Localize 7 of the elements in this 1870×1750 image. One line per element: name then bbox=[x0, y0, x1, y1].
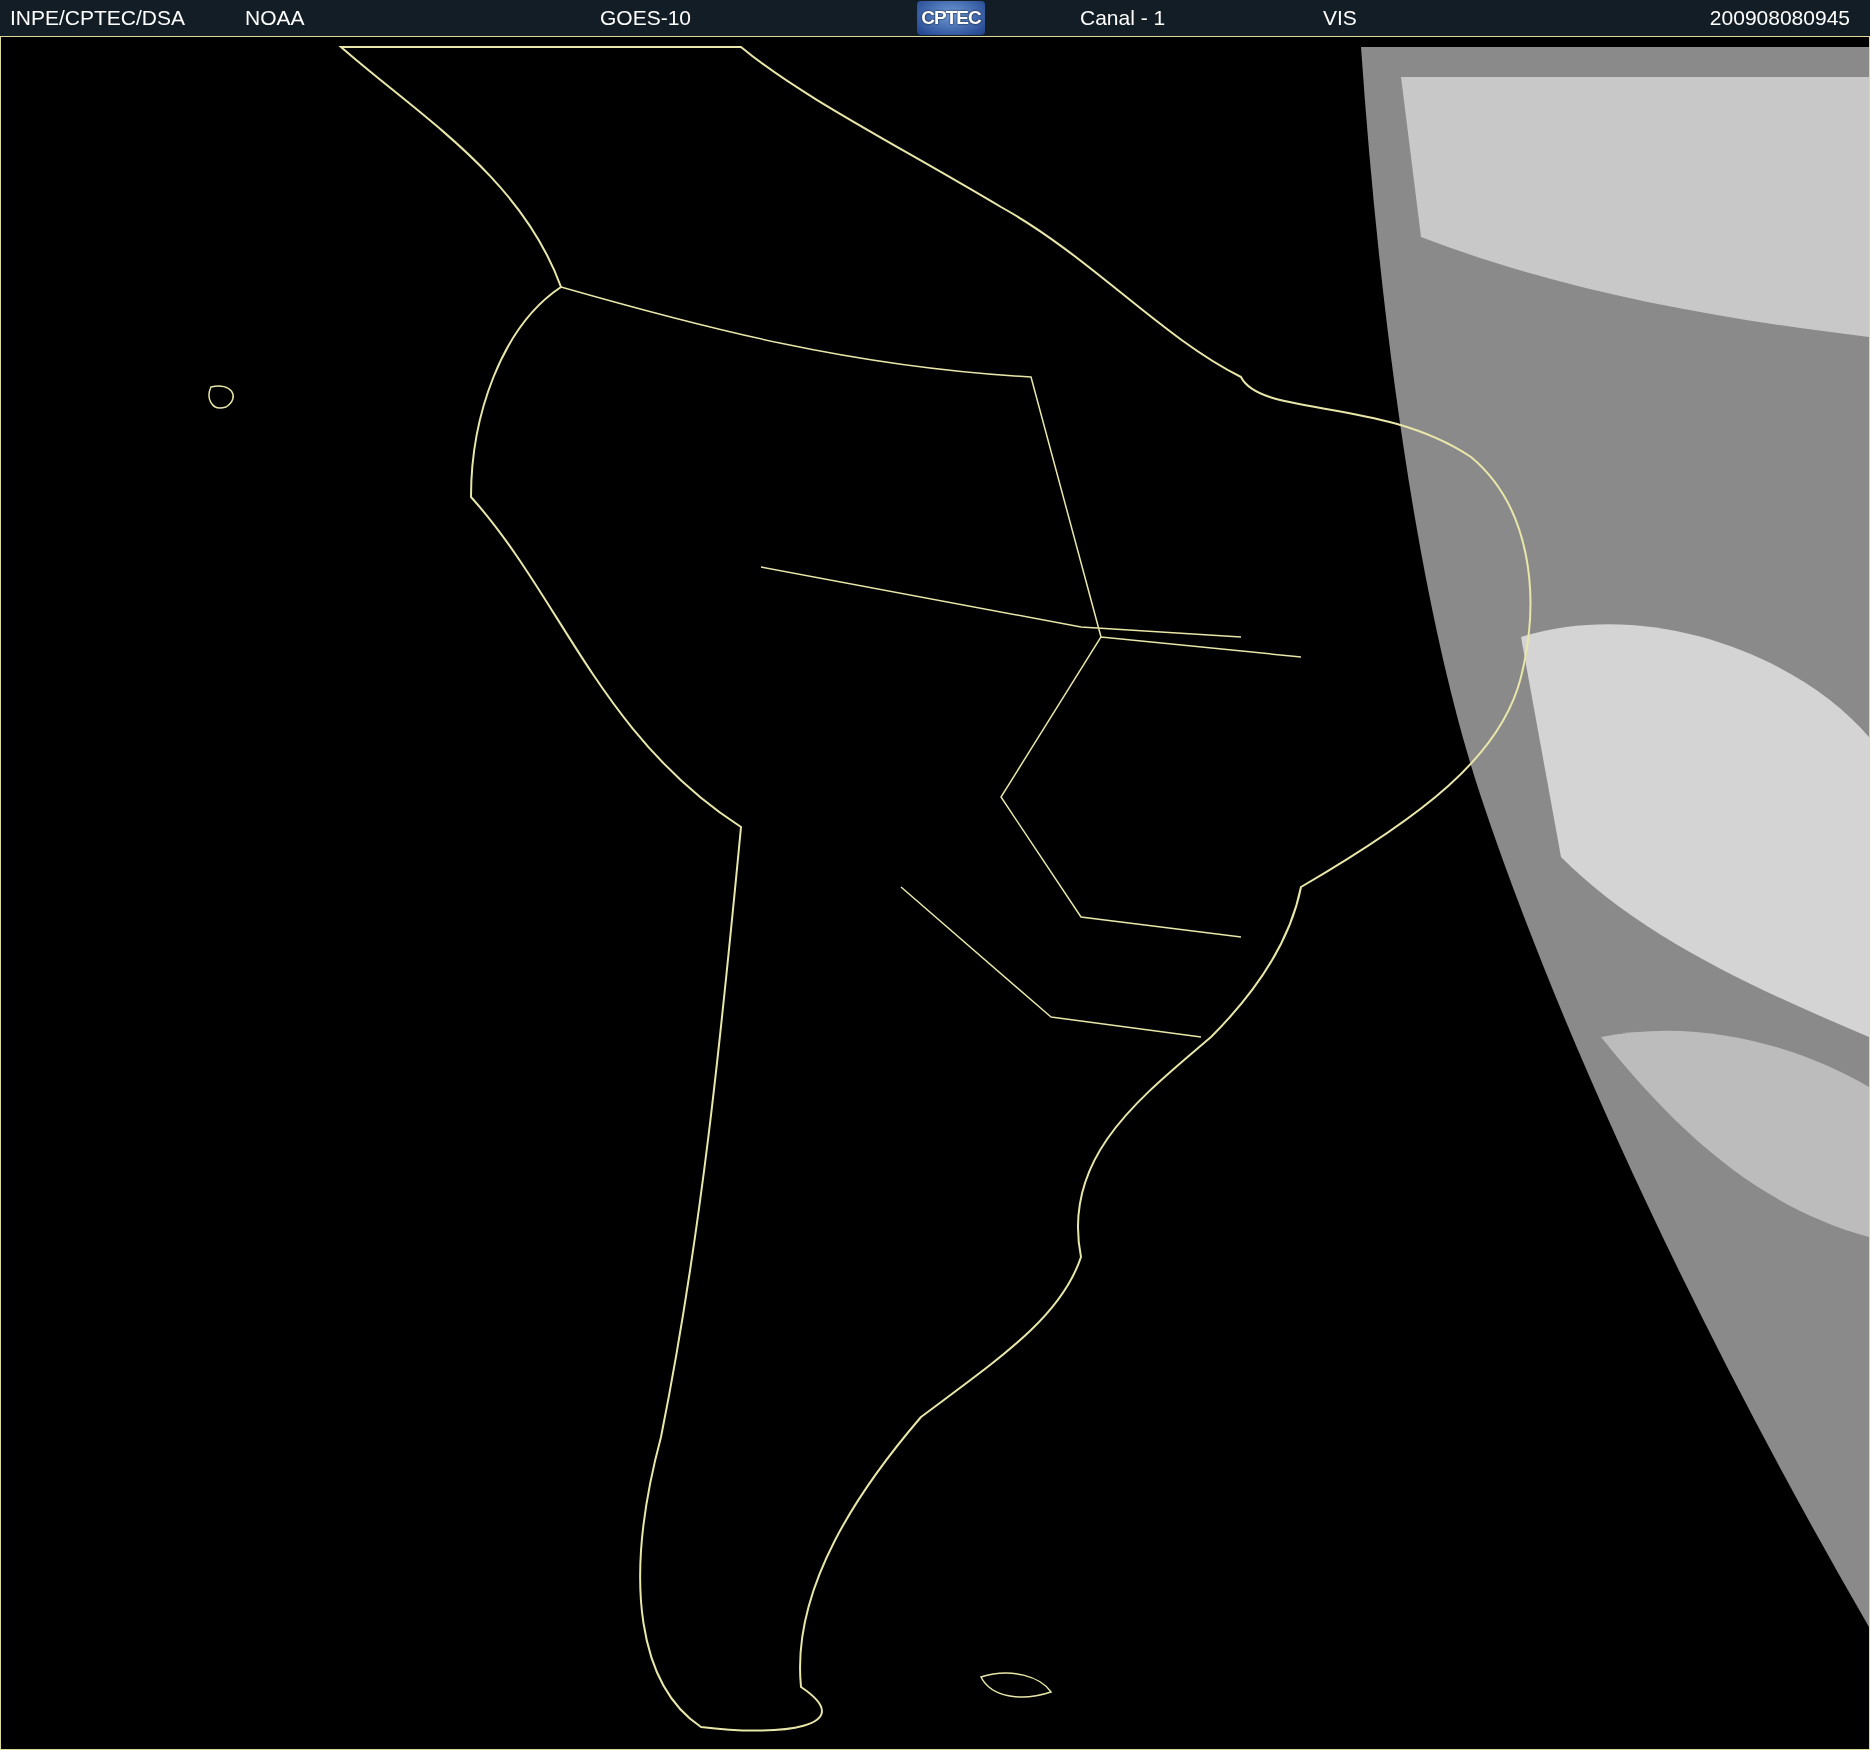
logo: CPTEC bbox=[917, 1, 985, 35]
header-label: VIS bbox=[1323, 6, 1357, 30]
header-label: NOAA bbox=[245, 6, 305, 30]
header-label: GOES-10 bbox=[600, 6, 692, 30]
header-label: INPE/CPTEC/DSA bbox=[10, 6, 186, 30]
header-label: Canal - 1 bbox=[1080, 6, 1166, 30]
header-label: 200908080945 bbox=[1709, 6, 1850, 30]
